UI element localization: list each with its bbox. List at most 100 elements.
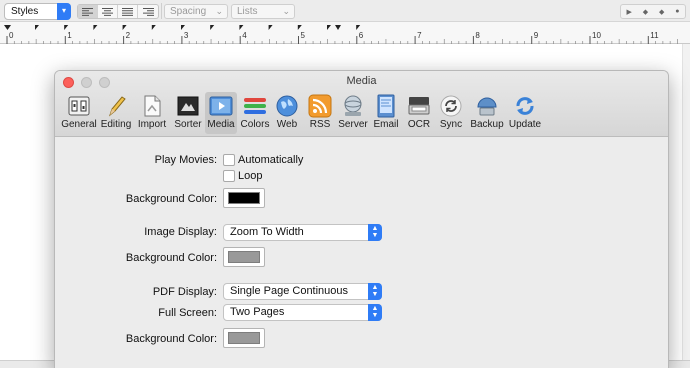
toolbar-label: Import xyxy=(137,119,167,130)
align-right-icon xyxy=(142,7,154,16)
color-swatch xyxy=(228,251,260,263)
image-display-popup[interactable]: Zoom To Width ▲ ▼ xyxy=(223,224,382,241)
pdf-display-label: PDF Display: xyxy=(152,286,217,298)
toolbar-label: Web xyxy=(276,119,298,130)
align-left-icon xyxy=(82,7,93,16)
ruler-number: 8 xyxy=(475,31,480,40)
colors-icon xyxy=(244,98,266,114)
window-title: Media xyxy=(346,75,377,87)
preferences-window: Media General Editing Import Sorter Medi… xyxy=(54,70,669,368)
pencil-icon xyxy=(108,96,126,117)
toolbar-label: Backup xyxy=(470,119,504,130)
ruler[interactable]: 0 1 2 3 4 5 6 7 8 9 10 11 xyxy=(0,22,690,44)
pdf-display-popup[interactable]: Single Page Continuous ▲ ▼ xyxy=(223,283,382,300)
image-display-value: Zoom To Width xyxy=(230,226,304,238)
movie-background-color-label: Background Color: xyxy=(125,193,217,205)
align-left-button[interactable] xyxy=(78,5,98,18)
align-justify-button[interactable] xyxy=(118,5,138,18)
align-justify-icon xyxy=(122,7,133,16)
toolbar-label: Server xyxy=(338,119,368,130)
color-swatch xyxy=(228,332,260,344)
full-screen-value: Two Pages xyxy=(230,306,285,318)
ruler-number: 2 xyxy=(125,31,131,40)
spacing-popup[interactable]: Spacing ⌄ xyxy=(164,4,228,19)
scanner-icon xyxy=(408,97,430,115)
full-screen-label: Full Screen: xyxy=(158,307,217,319)
lists-popup[interactable]: Lists ⌄ xyxy=(231,4,295,19)
toolbar-ocr[interactable]: OCR xyxy=(405,92,433,134)
window-titlebar: Media General Editing Import Sorter Medi… xyxy=(55,71,668,137)
toolbar-import[interactable]: Import xyxy=(135,92,169,134)
loop-checkbox[interactable] xyxy=(223,170,235,182)
pdf-background-color-well[interactable] xyxy=(223,328,265,348)
spacing-label: Spacing xyxy=(170,6,207,17)
ruler-number: 0 xyxy=(9,31,14,40)
toolbar-email[interactable]: Email xyxy=(371,92,401,134)
toolbar-media[interactable]: Media xyxy=(205,92,237,134)
chevron-down-icon: ⌄ xyxy=(282,6,290,16)
sorter-icon xyxy=(177,96,199,116)
email-icon xyxy=(377,94,395,118)
import-icon xyxy=(144,95,161,117)
toolbar-label: Email xyxy=(373,119,399,130)
lists-label: Lists xyxy=(237,6,258,17)
ruler-controls: ▶ ◆ ◆ ● xyxy=(620,4,686,19)
toolbar-label: Media xyxy=(207,119,235,130)
align-center-button[interactable] xyxy=(98,5,118,18)
toolbar-label: Update xyxy=(508,119,542,130)
color-swatch xyxy=(228,192,260,204)
toolbar-backup[interactable]: Backup xyxy=(469,92,505,134)
pdf-display-value: Single Page Continuous xyxy=(230,285,349,297)
image-display-label: Image Display: xyxy=(144,226,217,238)
toolbar-sorter[interactable]: Sorter xyxy=(171,92,205,134)
diamond-icon[interactable]: ◆ xyxy=(643,8,648,16)
sync-icon xyxy=(440,95,462,117)
automatically-label: Automatically xyxy=(238,154,304,166)
server-icon xyxy=(344,95,362,116)
toolbar-label: Colors xyxy=(240,119,270,130)
toolbar-rss[interactable]: RSS xyxy=(305,92,335,134)
toolbar-editing[interactable]: Editing xyxy=(99,92,133,134)
automatically-checkbox[interactable] xyxy=(223,154,235,166)
toolbar-update[interactable]: Update xyxy=(507,92,543,134)
up-down-chevron-icon: ▲ ▼ xyxy=(368,283,382,300)
toolbar-web[interactable]: Web xyxy=(273,92,301,134)
alignment-segmented-control xyxy=(77,4,159,19)
toolbar-server[interactable]: Server xyxy=(337,92,369,134)
globe-icon xyxy=(276,95,298,117)
toolbar-label: General xyxy=(61,119,97,130)
media-icon xyxy=(209,96,233,116)
format-bar: Styles ▾ Spacing ⌄ Lists ⌄ ▶ ◆ ◆ ● xyxy=(0,0,690,22)
align-right-button[interactable] xyxy=(138,5,158,18)
chevron-down-icon: ⌄ xyxy=(215,6,223,16)
image-background-color-well[interactable] xyxy=(223,247,265,267)
styles-popup[interactable]: Styles ▾ xyxy=(4,3,71,20)
general-icon xyxy=(68,96,90,116)
backup-icon xyxy=(477,97,497,116)
rss-icon xyxy=(308,94,332,118)
styles-label: Styles xyxy=(11,6,39,17)
toolbar-label: Editing xyxy=(100,119,132,130)
stop-icon[interactable]: ● xyxy=(675,8,679,15)
ruler-ticks xyxy=(4,25,678,44)
toolbar-sync[interactable]: Sync xyxy=(435,92,467,134)
chevron-down-icon: ▾ xyxy=(57,3,71,20)
movie-background-color-well[interactable] xyxy=(223,188,265,208)
play-icon[interactable]: ▶ xyxy=(626,8,631,16)
ruler-number: 9 xyxy=(533,31,539,40)
toolbar-label: Sync xyxy=(439,119,463,130)
align-center-icon xyxy=(102,7,113,16)
full-screen-popup[interactable]: Two Pages ▲ ▼ xyxy=(223,304,382,321)
toolbar-general[interactable]: General xyxy=(61,92,97,134)
ruler-number: 11 xyxy=(650,31,659,40)
ruler-number: 3 xyxy=(183,31,189,40)
diamond-icon[interactable]: ◆ xyxy=(659,8,664,16)
pdf-background-color-label: Background Color: xyxy=(125,333,217,345)
separator xyxy=(161,3,162,19)
image-background-color-label: Background Color: xyxy=(125,252,217,264)
up-down-chevron-icon: ▲ ▼ xyxy=(368,224,382,241)
play-movies-label: Play Movies: xyxy=(154,154,217,166)
toolbar-colors[interactable]: Colors xyxy=(239,92,271,134)
vertical-scrollbar[interactable] xyxy=(682,44,690,360)
ruler-number: 5 xyxy=(300,31,305,40)
